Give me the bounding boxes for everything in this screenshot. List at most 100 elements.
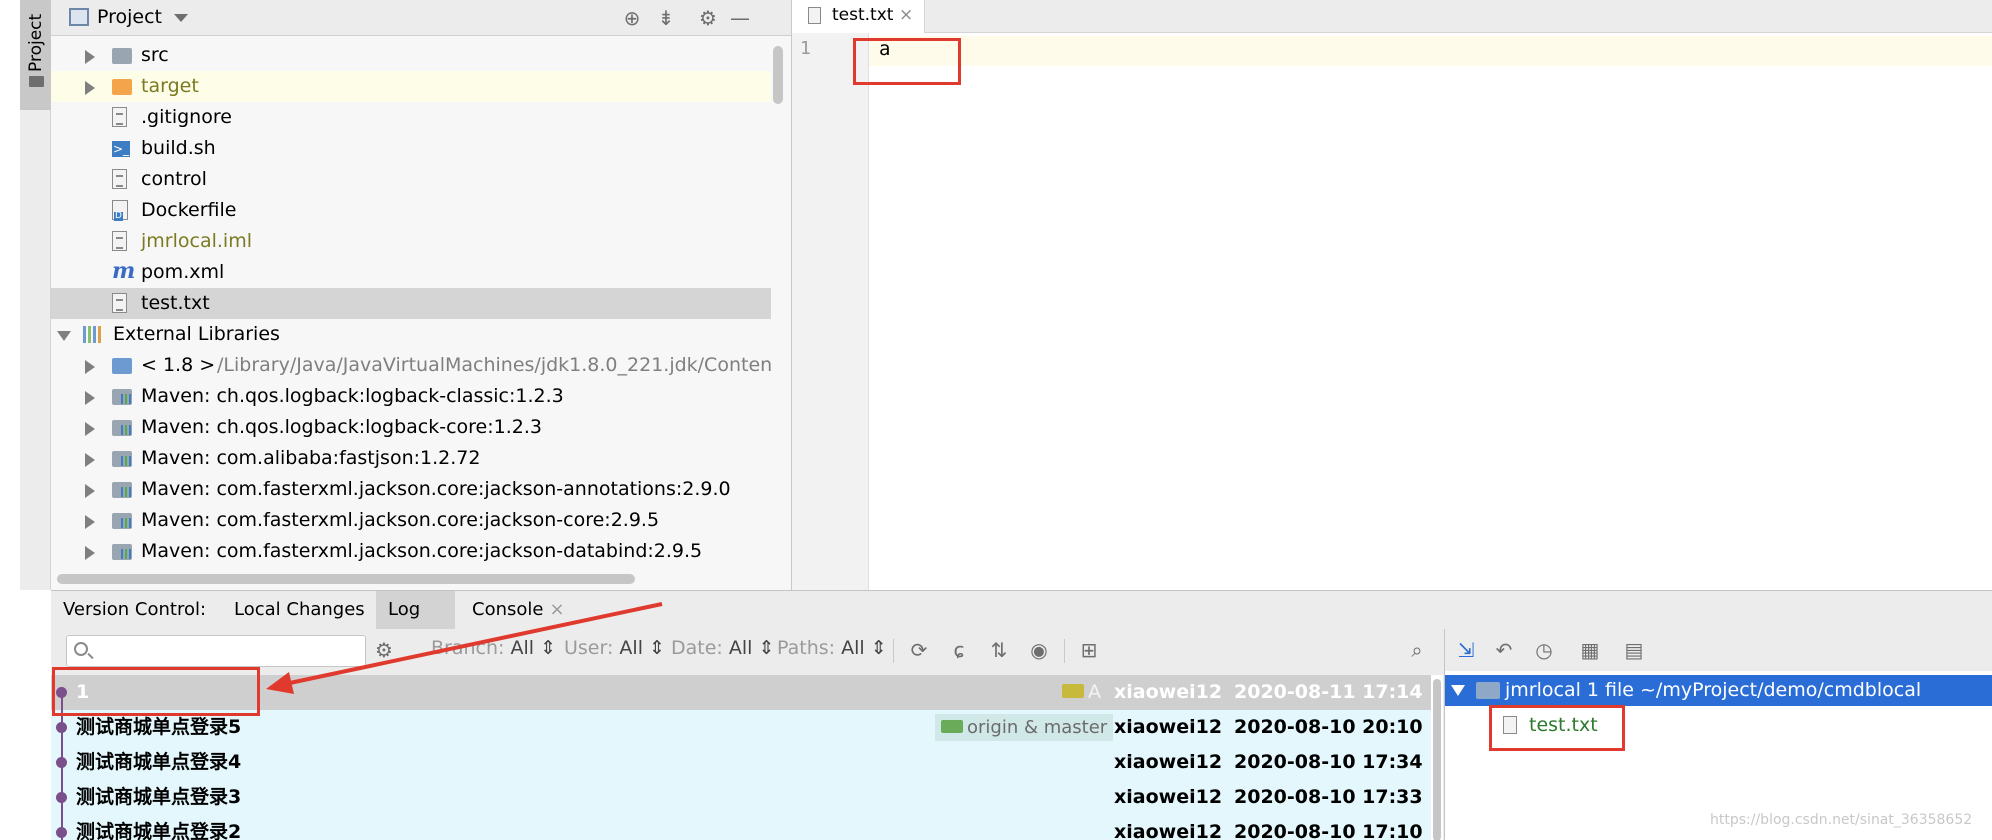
tree-row[interactable]: Maven: com.fasterxml.jackson.core:jackso… — [51, 505, 771, 536]
tree-row-label: src — [141, 44, 169, 66]
chevron-right-icon[interactable] — [85, 391, 95, 405]
tree-row[interactable]: test.txt — [51, 288, 771, 319]
changes-root-node[interactable]: jmrlocal 1 file ~/myProject/demo/cmdbloc… — [1445, 675, 1992, 706]
tab-console[interactable]: Console × — [460, 591, 577, 629]
tree-row-label: target — [141, 75, 199, 97]
tree-row[interactable]: Maven: ch.qos.logback:logback-core:1.2.3 — [51, 412, 771, 443]
tree-row-label: Maven: com.alibaba:fastjson:1.2.72 — [141, 447, 481, 469]
maven-library-icon — [112, 482, 132, 498]
user-filter[interactable]: User: All ⇕ — [564, 637, 665, 659]
commit-row[interactable]: 测试商城单点登录2 xiaowei12 2020-08-10 17:10 — [51, 815, 1431, 840]
folder-icon — [1476, 682, 1500, 699]
refresh-icon[interactable]: ⟳ — [906, 637, 932, 663]
commit-author: xiaowei12 — [1114, 786, 1223, 808]
tree-row[interactable]: Maven: com.fasterxml.jackson.core:jackso… — [51, 474, 771, 505]
shell-script-icon: >_ — [112, 141, 130, 157]
chevron-right-icon[interactable] — [85, 453, 95, 467]
tab-local-changes[interactable]: Local Changes — [222, 591, 377, 629]
tree-row[interactable]: < 1.8 >/Library/Java/JavaVirtualMachines… — [51, 350, 771, 381]
chevron-right-icon[interactable] — [85, 515, 95, 529]
commit-row[interactable]: 测试商城单点登录4 xiaowei12 2020-08-10 17:34 — [51, 745, 1431, 780]
search-icon[interactable]: ⌕ — [1404, 637, 1430, 663]
branch-filter-value: All — [510, 637, 535, 659]
tree-row-label: pom.xml — [141, 261, 225, 283]
collapse-all-icon[interactable]: ⇟ — [653, 5, 679, 31]
vcs-title: Version Control: — [63, 599, 207, 620]
tree-row-label: Maven: com.fasterxml.jackson.core:jackso… — [141, 540, 703, 562]
commit-date: 2020-08-10 20:10 — [1234, 716, 1423, 738]
commit-list-scrollbar[interactable] — [1433, 679, 1441, 840]
tree-row[interactable]: Dockerfile — [51, 195, 771, 226]
text-file-icon — [112, 169, 127, 189]
tool-window-strip: Project — [20, 0, 51, 590]
revert-icon[interactable]: ↶ — [1491, 637, 1517, 663]
chevron-right-icon[interactable] — [85, 422, 95, 436]
eye-icon[interactable]: ◉ — [1026, 637, 1052, 663]
sort-icon[interactable]: ⇅ — [986, 637, 1012, 663]
chevron-down-icon — [1451, 685, 1465, 696]
locate-icon[interactable]: ⊕ — [619, 5, 645, 31]
chevron-right-icon[interactable] — [85, 81, 95, 95]
paths-filter[interactable]: Paths: All ⇕ — [777, 637, 887, 659]
cherry-pick-icon[interactable]: ɕ — [946, 637, 972, 663]
tree-row[interactable]: Maven: ch.qos.logback:logback-classic:1.… — [51, 381, 771, 412]
close-icon[interactable]: × — [549, 599, 564, 620]
editor-tab-test-txt[interactable]: test.txt × — [792, 0, 925, 33]
tree-row-label: Maven: ch.qos.logback:logback-classic:1.… — [141, 385, 564, 407]
gear-icon[interactable]: ⚙ — [371, 637, 397, 663]
chevron-right-icon[interactable] — [85, 360, 95, 374]
tree-row-label: build.sh — [141, 137, 216, 159]
tag-label: A — [1062, 675, 1101, 710]
changes-toolbar: ⇲ ↶ ◷ ▦ ▤ — [1445, 629, 1992, 671]
docker-file-icon — [112, 200, 128, 221]
text-file-icon — [112, 107, 127, 127]
tree-row[interactable]: .gitignore — [51, 102, 771, 133]
tree-row[interactable]: External Libraries — [51, 319, 771, 350]
project-tool-tab-label: Project — [26, 13, 46, 72]
tree-row[interactable]: src — [51, 40, 771, 71]
current-line-highlight — [869, 36, 1992, 66]
changes-root-label: jmrlocal 1 file ~/myProject/demo/cmdbloc… — [1505, 679, 1922, 701]
log-search-box[interactable] — [66, 635, 366, 667]
commit-message: 测试商城单点登录2 — [76, 821, 242, 840]
date-filter[interactable]: Date: All ⇕ — [671, 637, 774, 659]
tree-row[interactable]: Maven: com.fasterxml.jackson.core:jackso… — [51, 536, 771, 567]
branch-refs: origin & master — [935, 714, 1114, 741]
toolbar-separator — [1064, 639, 1065, 663]
chevron-right-icon[interactable] — [85, 546, 95, 560]
horizontal-scrollbar[interactable] — [57, 574, 635, 584]
minimize-icon[interactable]: — — [727, 5, 753, 31]
watermark: https://blog.csdn.net/sinat_36358652 — [1710, 812, 1973, 828]
tree-row-label: Maven: com.fasterxml.jackson.core:jackso… — [141, 478, 731, 500]
chevron-down-icon[interactable] — [174, 14, 188, 22]
layout-icon[interactable]: ▤ — [1621, 637, 1647, 663]
branch-filter[interactable]: Branch: All ⇕ — [431, 637, 556, 659]
commit-row[interactable]: 测试商城单点登录3 xiaowei12 2020-08-10 17:33 — [51, 780, 1431, 815]
project-tool-tab[interactable]: Project — [20, 0, 51, 110]
tree-row[interactable]: m pom.xml — [51, 257, 771, 288]
expand-collapse-icon[interactable]: ⇲ — [1453, 637, 1479, 663]
tab-log[interactable]: Log — [376, 591, 455, 629]
history-icon[interactable]: ◷ — [1531, 637, 1557, 663]
version-control-panel: Version Control: Local Changes Log Conso… — [51, 590, 1992, 840]
vertical-scrollbar[interactable] — [773, 46, 783, 104]
gear-icon[interactable]: ⚙ — [695, 5, 721, 31]
close-icon[interactable]: × — [899, 0, 913, 30]
jdk-icon — [112, 358, 132, 374]
group-by-icon[interactable]: ▦ — [1577, 637, 1603, 663]
project-title[interactable]: Project — [97, 6, 162, 28]
tree-row[interactable]: >_ build.sh — [51, 133, 771, 164]
commit-author: xiaowei12 — [1114, 681, 1223, 703]
tree-row[interactable]: Maven: com.alibaba:fastjson:1.2.72 — [51, 443, 771, 474]
tree-row-path: /Library/Java/JavaVirtualMachines/jdk1.8… — [217, 354, 771, 376]
new-tab-icon[interactable]: ⊞ — [1076, 637, 1102, 663]
annotation-box-commit — [52, 667, 260, 716]
tree-row[interactable]: jmrlocal.iml — [51, 226, 771, 257]
chevron-right-icon[interactable] — [85, 50, 95, 64]
log-search-input[interactable] — [97, 640, 357, 662]
tree-row[interactable]: control — [51, 164, 771, 195]
tree-row[interactable]: target — [51, 71, 771, 102]
folder-icon — [29, 76, 44, 87]
chevron-down-icon[interactable] — [57, 331, 71, 341]
chevron-right-icon[interactable] — [85, 484, 95, 498]
